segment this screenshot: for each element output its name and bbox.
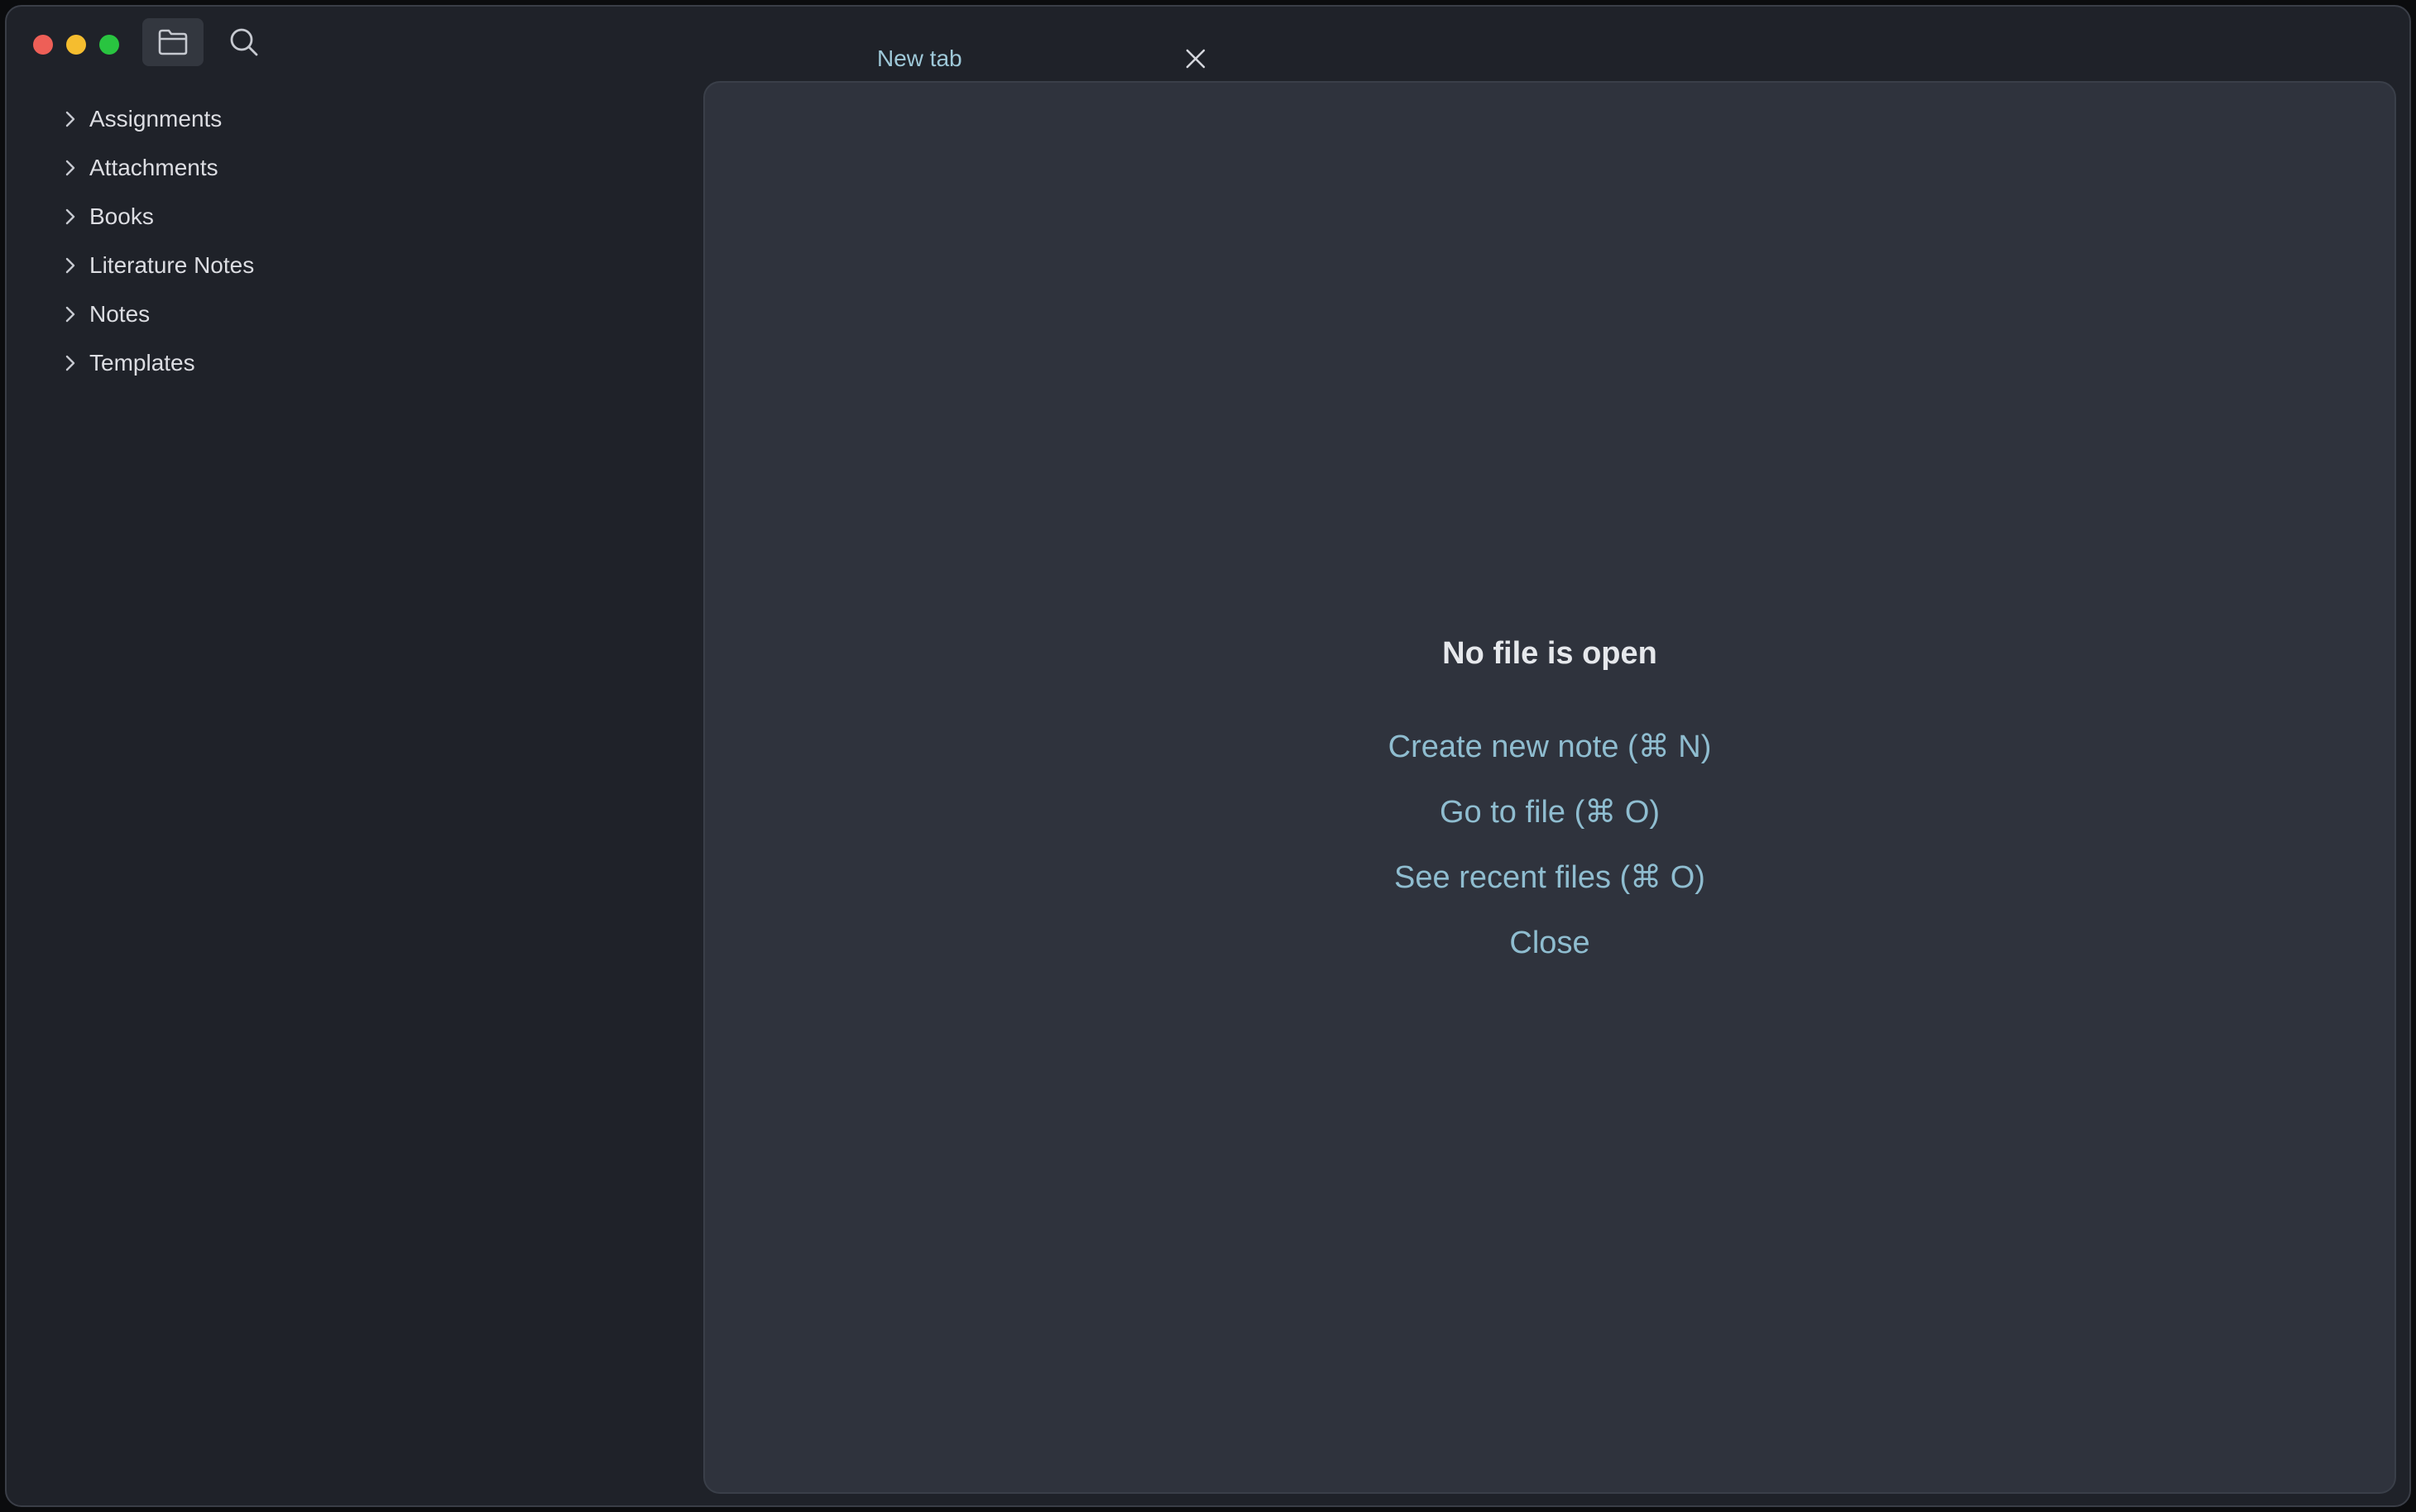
folder-label: Books [89, 203, 154, 229]
empty-state-title: No file is open [1442, 636, 1657, 671]
go-to-file-link[interactable]: Go to file (⌘ O) [705, 780, 2394, 845]
folder-books[interactable]: Books [7, 192, 702, 241]
folder-label: Assignments [89, 106, 223, 132]
folder-templates[interactable]: Templates [7, 338, 702, 387]
folder-label: Templates [89, 350, 195, 376]
close-link[interactable]: Close [705, 911, 2394, 976]
folder-notes[interactable]: Notes [7, 289, 702, 338]
folder-label: Attachments [89, 155, 218, 180]
tab-new-tab[interactable]: New tab [857, 25, 1225, 84]
file-explorer-button[interactable] [142, 18, 204, 66]
folder-label: Literature Notes [89, 252, 255, 278]
chevron-right-icon [65, 111, 75, 127]
chevron-right-icon [65, 355, 75, 371]
file-tree: Assignments Attachments Books Literature… [7, 94, 702, 387]
folder-attachments[interactable]: Attachments [7, 143, 702, 192]
folder-assignments[interactable]: Assignments [7, 94, 702, 143]
folder-icon [158, 29, 188, 55]
chevron-right-icon [65, 208, 75, 224]
chevron-right-icon [65, 306, 75, 322]
see-recent-files-link[interactable]: See recent files (⌘ O) [705, 845, 2394, 911]
chevron-right-icon [65, 160, 75, 175]
editor-pane: No file is open Create new note (⌘ N) Go… [703, 81, 2396, 1494]
chevron-right-icon [65, 257, 75, 273]
create-new-note-link[interactable]: Create new note (⌘ N) [705, 715, 2394, 780]
minimize-window-button[interactable] [66, 35, 86, 55]
empty-state: No file is open Create new note (⌘ N) Go… [705, 629, 2394, 976]
maximize-window-button[interactable] [99, 35, 119, 55]
close-window-button[interactable] [33, 35, 53, 55]
folder-label: Notes [89, 301, 151, 327]
search-icon [230, 28, 258, 56]
folder-literature-notes[interactable]: Literature Notes [7, 241, 702, 289]
search-button[interactable] [213, 18, 275, 66]
tab-title: New tab [877, 45, 962, 71]
close-icon[interactable] [1183, 46, 1208, 71]
app-window: Assignments Attachments Books Literature… [5, 5, 2411, 1507]
